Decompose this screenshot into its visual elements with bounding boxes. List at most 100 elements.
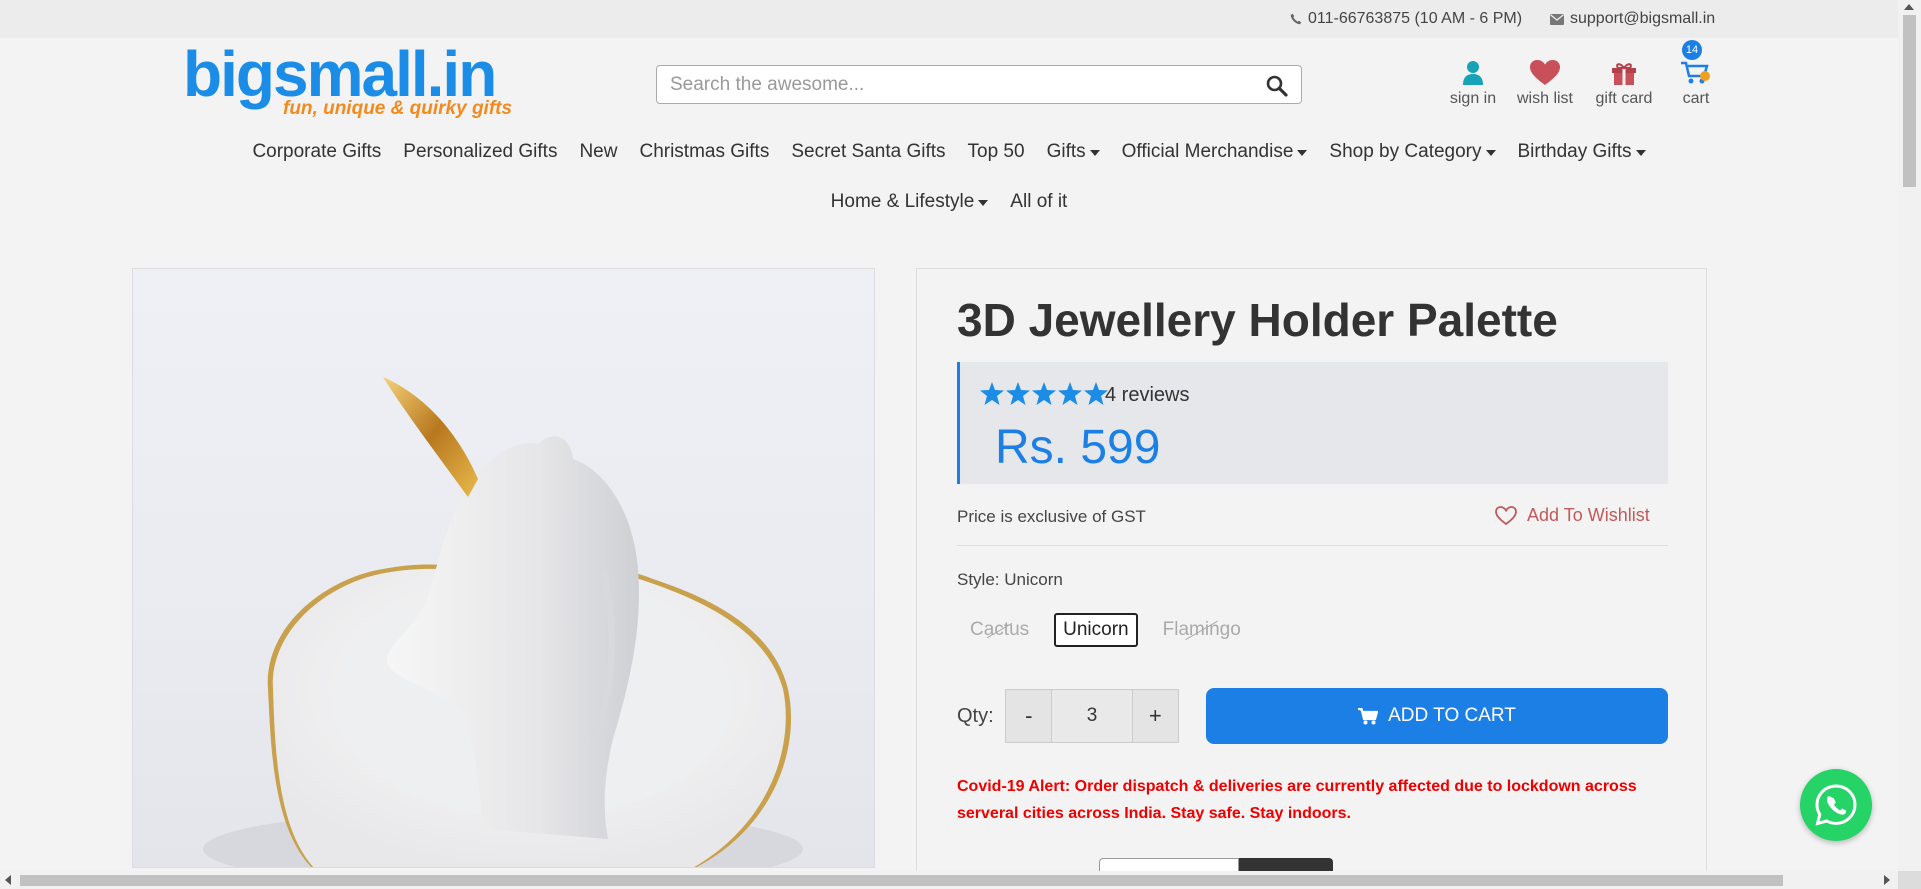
gift-card-label: gift card: [1595, 90, 1653, 107]
wish-list-label: wish list: [1516, 90, 1573, 107]
style-options: Cactus Unicorn Flamingo: [963, 613, 1248, 647]
logo-text: bigsmall.in: [183, 38, 497, 110]
star-icon: [1032, 382, 1056, 405]
unicorn-dish-image: [203, 377, 803, 867]
caret-down-icon: [1089, 150, 1100, 156]
product-details-card: 3D Jewellery Holder Palette 4 reviews Rs…: [916, 268, 1707, 889]
nav-label: Home & Lifestyle: [830, 191, 975, 212]
nav-item-home-lifestyle[interactable]: Home & Lifestyle: [831, 191, 989, 213]
nav-item-gifts[interactable]: Gifts: [1047, 141, 1100, 163]
gift-icon: [1612, 63, 1636, 85]
nav-label: Corporate Gifts: [252, 141, 382, 162]
caret-down-icon: [1635, 150, 1646, 156]
nav-label: Personalized Gifts: [403, 141, 558, 162]
main-nav-row-1: Corporate Gifts Personalized Gifts New C…: [0, 141, 1898, 163]
page: 011-66763875 (10 AM - 6 PM) support@bigs…: [0, 0, 1921, 889]
nav-item-shop-by-category[interactable]: Shop by Category: [1329, 141, 1496, 163]
nav-item-secret-santa-gifts[interactable]: Secret Santa Gifts: [791, 141, 945, 163]
site-logo[interactable]: bigsmall.in fun, unique & quirky gifts: [183, 38, 512, 124]
star-icon: [1058, 382, 1082, 405]
covid-alert: Covid-19 Alert: Order dispatch & deliver…: [957, 778, 1637, 822]
star-icon: [980, 382, 1004, 405]
search-icon: [1266, 75, 1288, 97]
phone-icon: [1290, 13, 1302, 25]
main-nav-row-2: Home & Lifestyle All of it: [0, 191, 1898, 213]
add-to-wishlist-button[interactable]: Add To Wishlist: [1495, 505, 1650, 526]
style-option-flamingo[interactable]: Flamingo: [1156, 615, 1248, 645]
nav-item-top-50[interactable]: Top 50: [968, 141, 1025, 163]
nav-label: Official Merchandise: [1121, 141, 1294, 162]
caret-down-icon: [978, 200, 989, 206]
caret-down-icon: [1297, 150, 1308, 156]
nav-item-personalized-gifts[interactable]: Personalized Gifts: [403, 141, 557, 163]
nav-label: Shop by Category: [1329, 141, 1482, 162]
email-contact[interactable]: support@bigsmall.in: [1550, 10, 1715, 28]
nav-item-birthday-gifts[interactable]: Birthday Gifts: [1518, 141, 1646, 163]
envelope-icon: [1550, 13, 1564, 25]
whatsapp-icon: [1815, 784, 1857, 826]
logo-tagline: fun, unique & quirky gifts: [283, 98, 513, 119]
nav-label: Top 50: [967, 141, 1025, 162]
nav-item-new[interactable]: New: [579, 141, 617, 163]
scroll-right-arrow-icon[interactable]: [1884, 875, 1890, 885]
top-bar: 011-66763875 (10 AM - 6 PM) support@bigs…: [0, 0, 1898, 38]
horizontal-scroll-thumb[interactable]: [20, 875, 1783, 886]
nav-item-all-of-it[interactable]: All of it: [1010, 191, 1067, 213]
nav-label: All of it: [1010, 191, 1068, 212]
add-to-cart-label: ADD TO CART: [1388, 705, 1516, 726]
scroll-left-arrow-icon[interactable]: [5, 875, 11, 885]
nav-label: Gifts: [1046, 141, 1086, 162]
sign-in-label: sign in: [1449, 90, 1497, 107]
email-text: support@bigsmall.in: [1570, 10, 1716, 27]
product-image[interactable]: [132, 268, 875, 868]
divider: [957, 545, 1668, 546]
vertical-scrollbar[interactable]: [1898, 0, 1921, 871]
search-input[interactable]: [657, 66, 1237, 103]
style-option-unicorn[interactable]: Unicorn: [1054, 613, 1138, 647]
nav-label: Christmas Gifts: [639, 141, 770, 162]
product-price: Rs. 599: [995, 421, 1161, 474]
gift-card-link[interactable]: gift card: [1592, 56, 1656, 108]
cart-icon: [1681, 61, 1710, 84]
style-label: Style: Unicorn: [957, 570, 1063, 589]
scrollbar-corner: [1898, 871, 1921, 889]
cart-link[interactable]: cart: [1673, 56, 1719, 108]
price-box: 4 reviews Rs. 599: [957, 362, 1668, 484]
nav-item-christmas-gifts[interactable]: Christmas Gifts: [639, 141, 769, 163]
style-option-cactus[interactable]: Cactus: [963, 615, 1036, 645]
nav-item-corporate-gifts[interactable]: Corporate Gifts: [252, 141, 381, 163]
qty-decrement-button[interactable]: -: [1006, 690, 1052, 742]
wish-list-link[interactable]: wish list: [1513, 56, 1577, 108]
product-title: 3D Jewellery Holder Palette: [957, 294, 1558, 346]
rating-stars[interactable]: [980, 382, 1108, 405]
star-icon: [1006, 382, 1030, 405]
nav-label: Secret Santa Gifts: [791, 141, 946, 162]
horizontal-scrollbar[interactable]: [0, 871, 1898, 889]
reviews-link[interactable]: 4 reviews: [1105, 384, 1189, 407]
nav-label: New: [579, 141, 618, 162]
quantity-stepper: - 3 +: [1005, 689, 1179, 743]
heart-icon: [1530, 60, 1560, 85]
cart-icon: [1358, 707, 1379, 724]
search-bar: [656, 65, 1302, 104]
sign-in-link[interactable]: sign in: [1448, 56, 1498, 108]
scroll-up-arrow-icon[interactable]: [1904, 4, 1914, 10]
heart-outline-icon: [1495, 506, 1517, 525]
qty-label: Qty:: [957, 705, 994, 727]
phone-text: 011-66763875 (10 AM - 6 PM): [1308, 10, 1523, 27]
nav-item-official-merchandise[interactable]: Official Merchandise: [1122, 141, 1308, 163]
phone-contact[interactable]: 011-66763875 (10 AM - 6 PM): [1290, 10, 1522, 28]
wishlist-label: Add To Wishlist: [1527, 505, 1650, 525]
vertical-scroll-thumb[interactable]: [1903, 15, 1916, 187]
qty-increment-button[interactable]: +: [1132, 690, 1178, 742]
nav-label: Birthday Gifts: [1517, 141, 1632, 162]
caret-down-icon: [1485, 150, 1496, 156]
cart-label: cart: [1682, 90, 1710, 107]
search-button[interactable]: [1265, 74, 1289, 98]
gst-note: Price is exclusive of GST: [957, 507, 1146, 526]
add-to-cart-button[interactable]: ADD TO CART: [1206, 688, 1668, 744]
qty-input[interactable]: 3: [1051, 690, 1133, 742]
cart-count-badge: 14: [1682, 40, 1702, 60]
whatsapp-button[interactable]: [1800, 769, 1872, 841]
user-icon: [1463, 61, 1483, 85]
